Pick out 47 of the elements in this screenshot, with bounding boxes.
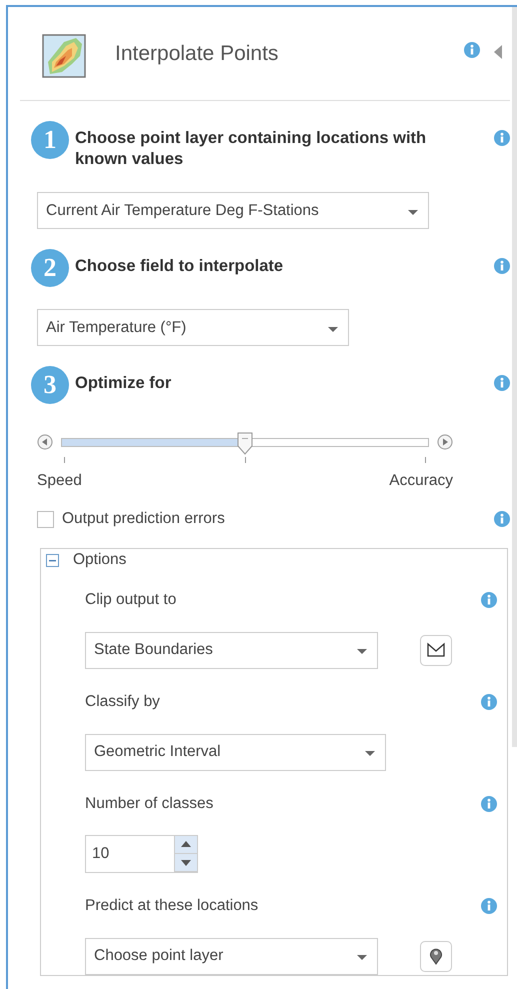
increment-icon[interactable] xyxy=(175,836,197,853)
info-icon[interactable] xyxy=(481,898,497,914)
panel-title: Interpolate Points xyxy=(115,42,280,66)
dropdown[interactable]: Air Temperature (°F) xyxy=(37,309,349,346)
dropdown[interactable]: Choose point layer xyxy=(85,938,378,974)
field-label: Number of classes xyxy=(85,795,214,813)
dropdown[interactable]: Geometric Interval xyxy=(85,734,386,770)
info-icon[interactable] xyxy=(494,375,510,391)
decrement-icon[interactable] xyxy=(175,854,197,871)
caret-icon xyxy=(365,751,375,757)
options-label[interactable]: Options xyxy=(73,551,126,569)
increase-icon[interactable] xyxy=(437,434,453,450)
slider-min-label: Speed xyxy=(37,472,82,490)
step-number: 1 xyxy=(31,121,69,159)
slider-thumb[interactable] xyxy=(237,432,253,456)
step-number: 3 xyxy=(31,366,69,404)
checkbox-label: Output prediction errors xyxy=(62,510,226,528)
step-number: 2 xyxy=(31,249,69,287)
checkbox[interactable] xyxy=(37,510,54,528)
collapse-icon[interactable] xyxy=(46,554,59,566)
pin-icon xyxy=(430,947,442,965)
caret-icon xyxy=(408,210,418,216)
info-icon[interactable] xyxy=(494,511,510,527)
field-label: Predict at these locations xyxy=(85,897,258,915)
decrease-icon[interactable] xyxy=(37,434,53,450)
step-title: Optimize for xyxy=(75,373,172,394)
field-label: Clip output to xyxy=(85,591,176,609)
collapse-icon[interactable] xyxy=(494,44,502,58)
interpolation-map-icon xyxy=(42,34,86,78)
info-icon[interactable] xyxy=(464,42,480,58)
step-title: Choose point layer containing locations with known values xyxy=(75,128,428,170)
caret-icon xyxy=(357,955,367,961)
caret-icon xyxy=(357,649,367,655)
info-icon[interactable] xyxy=(481,694,497,710)
envelope-icon xyxy=(427,642,445,658)
info-icon[interactable] xyxy=(481,796,497,812)
slider-max-label: Accuracy xyxy=(389,472,453,490)
dropdown[interactable]: State Boundaries xyxy=(85,632,378,668)
draw-area-button[interactable] xyxy=(420,634,452,666)
info-icon[interactable] xyxy=(494,258,510,274)
field-label: Classify by xyxy=(85,693,160,711)
add-point-button[interactable] xyxy=(420,940,452,972)
step-title: Choose field to interpolate xyxy=(75,256,284,277)
info-icon[interactable] xyxy=(481,592,497,608)
info-icon[interactable] xyxy=(494,130,510,146)
dropdown[interactable]: Current Air Temperature Deg F-Stations xyxy=(37,192,429,229)
caret-icon xyxy=(328,326,338,332)
